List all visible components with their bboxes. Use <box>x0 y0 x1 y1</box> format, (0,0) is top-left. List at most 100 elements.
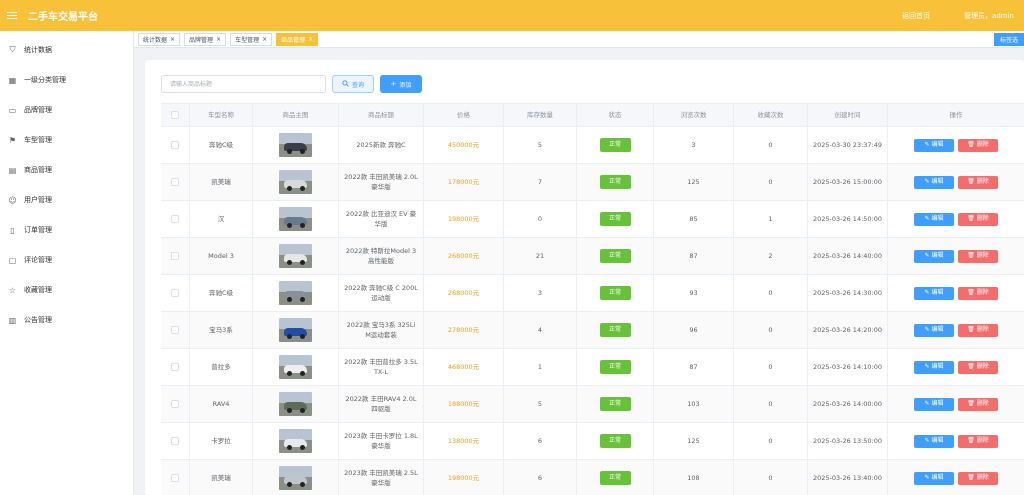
delete-button[interactable]: 🗑 删除 <box>958 212 998 226</box>
row-select[interactable] <box>161 164 190 200</box>
edit-button[interactable]: ✎ 编辑 <box>914 286 954 300</box>
row-checkbox[interactable] <box>171 363 179 371</box>
delete-button[interactable]: 🗑 删除 <box>958 323 998 337</box>
delete-button[interactable]: 🗑 删除 <box>958 360 998 374</box>
row-select[interactable] <box>161 386 190 422</box>
row-checkbox[interactable] <box>171 215 179 223</box>
close-icon[interactable]: × <box>170 36 175 43</box>
sidebar-item[interactable]: ▯ 订单管理 <box>0 215 133 245</box>
edit-button[interactable]: ✎ 编辑 <box>914 175 954 189</box>
sidebar-item[interactable]: ⛉ 统计数据 <box>0 35 133 65</box>
car-thumbnail[interactable] <box>279 207 312 231</box>
row-checkbox[interactable] <box>171 474 179 482</box>
car-thumbnail[interactable] <box>279 466 312 490</box>
close-icon[interactable]: × <box>216 36 221 43</box>
delete-button[interactable]: 🗑 删除 <box>958 397 998 411</box>
close-icon[interactable]: × <box>308 36 313 43</box>
sidebar-item[interactable]: ▥ 公告管理 <box>0 305 133 335</box>
cell-model: 普拉多 <box>190 349 253 385</box>
trash-icon: 🗑 <box>967 289 977 296</box>
car-thumbnail[interactable] <box>279 244 312 268</box>
car-thumbnail[interactable] <box>279 392 312 416</box>
tab[interactable]: 品牌管理 × <box>184 32 227 46</box>
row-select[interactable] <box>161 423 190 459</box>
car-thumbnail[interactable] <box>279 429 312 453</box>
delete-label: 删除 <box>976 474 989 481</box>
sidebar-item[interactable]: ☺ 用户管理 <box>0 185 133 215</box>
sidebar-item[interactable]: ⚑ 车型管理 <box>0 125 133 155</box>
cell-ops: ✎ 编辑 🗑 删除 <box>888 349 1024 385</box>
delete-button[interactable]: 🗑 删除 <box>958 434 998 448</box>
car-thumbnail[interactable] <box>279 355 312 379</box>
row-checkbox[interactable] <box>171 400 179 408</box>
home-link[interactable]: 返回首页 <box>902 11 930 21</box>
tab-label: 品牌管理 <box>189 36 214 44</box>
row-select[interactable] <box>161 238 190 274</box>
search-input[interactable] <box>161 75 326 93</box>
sidebar-item[interactable]: ▦ 一级分类管理 <box>0 65 133 95</box>
car-thumbnail[interactable] <box>279 133 312 157</box>
user-menu[interactable]: 管理员，admin <box>964 11 1014 21</box>
edit-icon: ✎ <box>924 363 932 370</box>
edit-button[interactable]: ✎ 编辑 <box>914 434 954 448</box>
sidebar-item[interactable]: ▢ 评论管理 <box>0 245 133 275</box>
cell-stock: 5 <box>504 386 577 422</box>
row-select[interactable] <box>161 312 190 348</box>
row-checkbox[interactable] <box>171 252 179 260</box>
cell-title: 2022款 丰田凯美瑞 2.0L 豪华版 <box>339 164 424 200</box>
cell-views: 125 <box>654 423 734 459</box>
row-checkbox[interactable] <box>171 178 179 186</box>
status-badge: 正常 <box>599 212 631 226</box>
row-select[interactable] <box>161 349 190 385</box>
row-select[interactable] <box>161 201 190 237</box>
tab[interactable]: 车型管理 × <box>230 32 273 46</box>
sidebar-item[interactable]: ▭ 品牌管理 <box>0 95 133 125</box>
sidebar-item[interactable]: ☆ 收藏管理 <box>0 275 133 305</box>
delete-button[interactable]: 🗑 删除 <box>958 138 998 152</box>
cell-price: 138000元 <box>424 423 504 459</box>
row-select[interactable] <box>161 127 190 163</box>
table-row: 奔驰C级 2025新款 奔驰C 450000元 5 正常 3 0 2025-03-30 23:… <box>161 127 1024 164</box>
edit-button[interactable]: ✎ 编辑 <box>914 360 954 374</box>
row-checkbox[interactable] <box>171 289 179 297</box>
tab-options-button[interactable]: 标签选 <box>993 32 1024 46</box>
cell-time: 2025-03-26 14:40:00 <box>808 238 888 274</box>
edit-button[interactable]: ✎ 编辑 <box>914 249 954 263</box>
row-checkbox[interactable] <box>171 141 179 149</box>
flag-icon: ⚑ <box>8 135 17 145</box>
row-checkbox[interactable] <box>171 326 179 334</box>
delete-button[interactable]: 🗑 删除 <box>958 175 998 189</box>
edit-button[interactable]: ✎ 编辑 <box>914 397 954 411</box>
car-thumbnail[interactable] <box>279 318 312 342</box>
cell-views: 96 <box>654 312 734 348</box>
tab[interactable]: 商品管理 × <box>276 32 319 46</box>
edit-button[interactable]: ✎ 编辑 <box>914 323 954 337</box>
car-thumbnail[interactable] <box>279 281 312 305</box>
menu-toggle-icon[interactable] <box>0 10 24 21</box>
edit-label: 编辑 <box>931 400 944 407</box>
edit-button[interactable]: ✎ 编辑 <box>914 138 954 152</box>
close-icon[interactable]: × <box>262 36 267 43</box>
delete-button[interactable]: 🗑 删除 <box>958 286 998 300</box>
header-select-all[interactable] <box>161 104 190 126</box>
delete-button[interactable]: 🗑 删除 <box>958 471 998 485</box>
tab[interactable]: 统计数据 × <box>138 32 181 46</box>
cell-status: 正常 <box>577 386 654 422</box>
add-button[interactable]: + 添加 <box>380 75 422 93</box>
edit-button[interactable]: ✎ 编辑 <box>914 471 954 485</box>
edit-icon: ✎ <box>924 474 932 481</box>
row-select[interactable] <box>161 275 190 311</box>
car-thumbnail[interactable] <box>279 170 312 194</box>
cell-model: 汉 <box>190 201 253 237</box>
query-button[interactable]: 查询 <box>332 75 374 93</box>
select-all-checkbox[interactable] <box>171 111 179 119</box>
sidebar-item[interactable]: ▤ 商品管理 <box>0 155 133 185</box>
trash-icon: 🗑 <box>967 400 977 407</box>
row-select[interactable] <box>161 460 190 495</box>
cell-ops: ✎ 编辑 🗑 删除 <box>888 312 1024 348</box>
row-checkbox[interactable] <box>171 437 179 445</box>
edit-button[interactable]: ✎ 编辑 <box>914 212 954 226</box>
delete-button[interactable]: 🗑 删除 <box>958 249 998 263</box>
cell-time: 2025-03-26 15:00:00 <box>808 164 888 200</box>
cell-model: Model 3 <box>190 238 253 274</box>
